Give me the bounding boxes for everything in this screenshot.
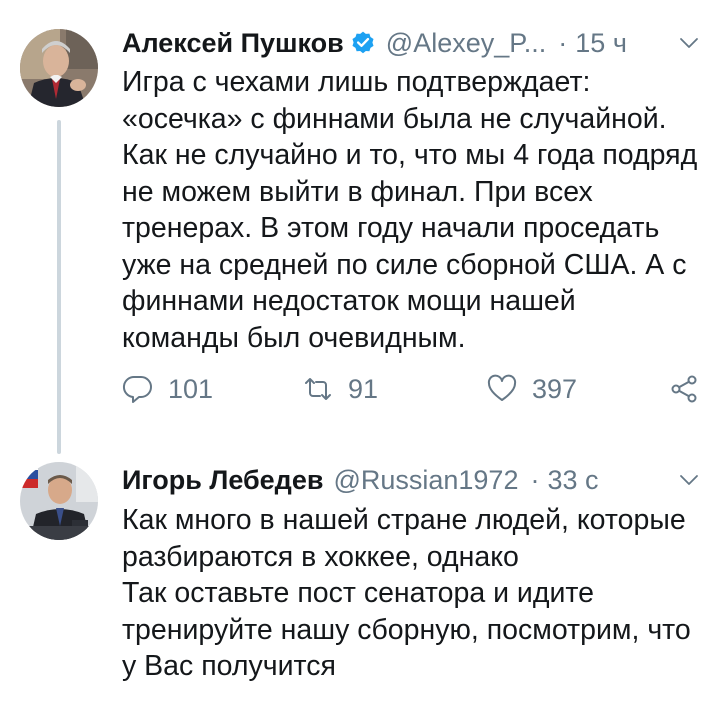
retweet-button[interactable]: 91	[302, 369, 378, 409]
tweet-line: уже на средней по силе сборной США. А с	[122, 248, 687, 281]
like-count: 397	[532, 373, 578, 404]
avatar-alexey-pushkov[interactable]	[20, 29, 98, 107]
tweet-header: Игорь Лебедев @Russian1972 · 33 с	[122, 462, 700, 498]
avatar-igor-lebedev[interactable]	[20, 462, 98, 540]
tweet-header: Алексей Пушков @Alexey_P... · 15 ч	[122, 25, 700, 61]
retweet-count: 91	[348, 373, 379, 404]
tweet-line: Как не случайно и то, что мы 4 года подр…	[122, 139, 698, 171]
tweet-line: у Вас получится	[122, 650, 336, 682]
tweet-line: Так оставьте пост сенатора и идите	[122, 577, 594, 609]
tweet-text: Как много в нашей стране людей, которые …	[122, 502, 702, 685]
tweet-text: Игра с чехами лишь подтверждает: «осечка…	[122, 64, 702, 356]
like-icon	[487, 374, 517, 401]
author-name[interactable]: Алексей Пушков	[122, 28, 344, 59]
tweet-time[interactable]: 15 ч	[575, 28, 627, 59]
retweet-icon	[305, 378, 331, 400]
share-icon	[671, 375, 697, 403]
reply-icon	[123, 375, 152, 403]
tweet-line: «осечка» с финнами была не случайной.	[122, 102, 667, 135]
tweet-line: разбираются в хоккее, однако	[122, 540, 519, 573]
tweet-time[interactable]: 33 с	[547, 465, 598, 496]
reply-button[interactable]: 101	[122, 369, 213, 409]
tweet-line: Как много в нашей стране людей, которые	[122, 504, 686, 536]
verified-badge-icon	[350, 30, 376, 56]
tweet-line: команды был очевидным.	[122, 321, 466, 354]
share-button[interactable]	[668, 369, 700, 409]
chevron-down-icon[interactable]	[678, 469, 700, 491]
tweet-divider	[118, 445, 720, 446]
separator-dot: ·	[558, 27, 568, 58]
author-handle[interactable]: @Alexey_P...	[386, 28, 547, 59]
tweet-line: Игра с чехами лишь подтверждает:	[122, 66, 591, 98]
reply-count: 101	[168, 373, 214, 404]
author-handle[interactable]: @Russian1972	[333, 465, 518, 496]
tweet-1[interactable]: Алексей Пушков @Alexey_P... · 15 ч Игра …	[0, 0, 720, 454]
tweet-actions: 101 91 397	[122, 369, 702, 409]
tweet-line: не можем выйти в финал. При всех	[122, 175, 593, 208]
tweet-line: финнами недостаток мощи нашей	[122, 285, 576, 317]
tweet-line: тренируйте нашу сборную, посмотрим, что	[122, 613, 691, 646]
separator-dot: ·	[530, 464, 540, 495]
thread-line	[57, 120, 61, 454]
tweet-2[interactable]: Игорь Лебедев @Russian1972 · 33 с Как мн…	[0, 450, 720, 704]
chevron-down-icon[interactable]	[678, 32, 700, 54]
tweet-line: тренерах. В этом году начали проседать	[122, 212, 660, 244]
like-button[interactable]: 397	[486, 369, 577, 409]
author-name[interactable]: Игорь Лебедев	[122, 465, 323, 496]
